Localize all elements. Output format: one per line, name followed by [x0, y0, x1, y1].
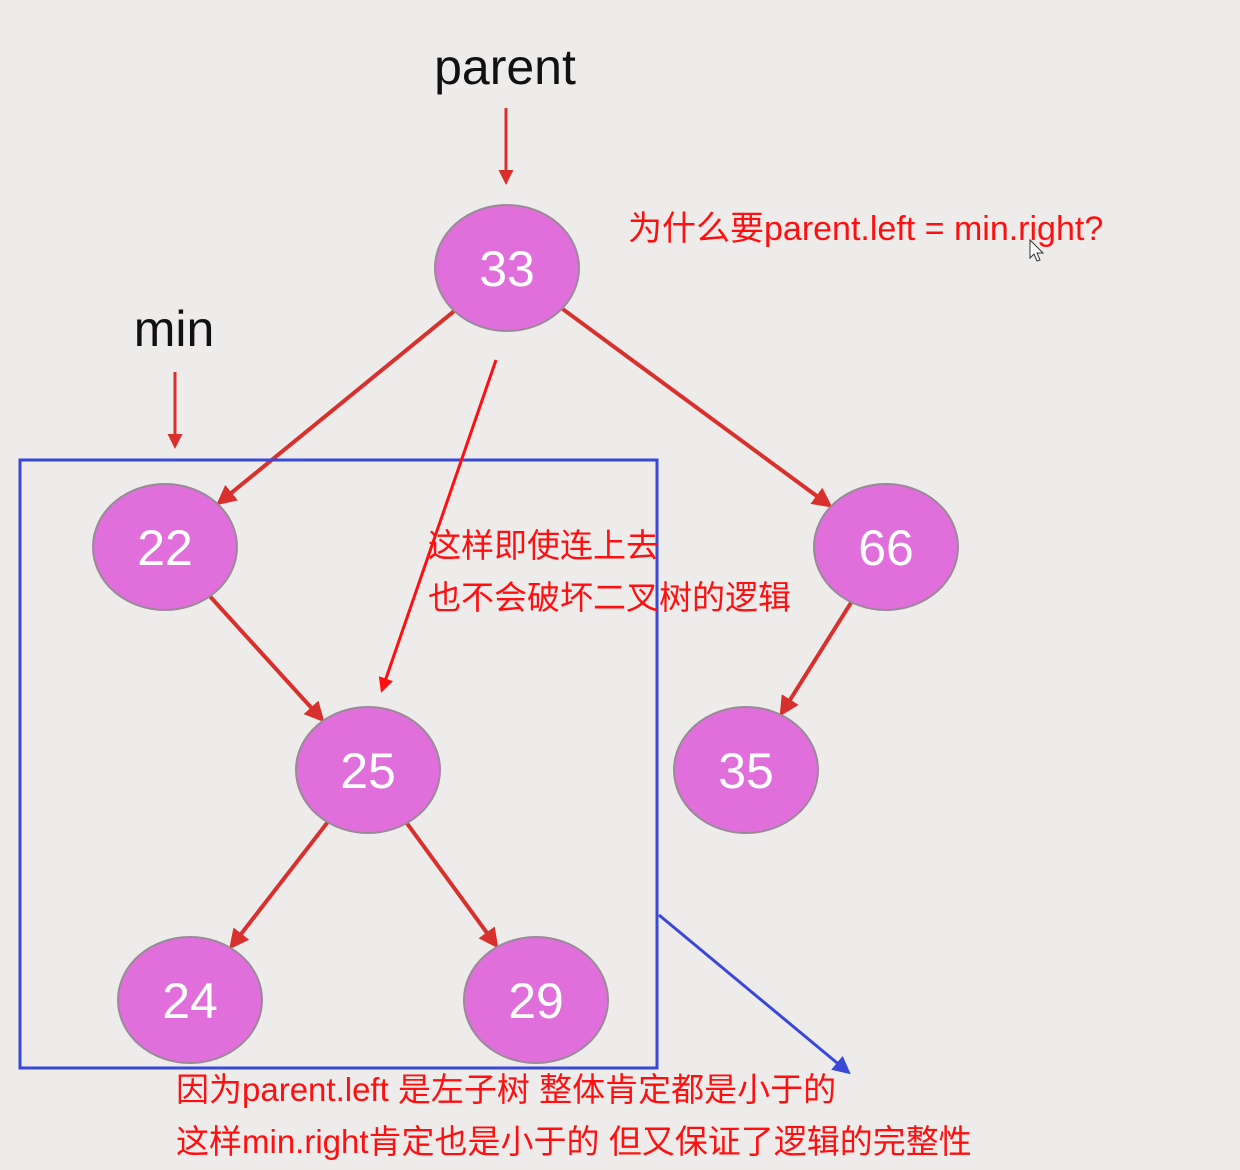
middle-annotation-line2: 也不会破坏二叉树的逻辑 [428, 579, 791, 616]
node-value: 66 [858, 520, 914, 576]
bottom-annotation-line1: 因为parent.left 是左子树 整体肯定都是小于的 [176, 1071, 837, 1108]
edge-n25-n29 [405, 821, 499, 949]
tree-node-25: 25 [295, 706, 441, 834]
edge-n33-n22 [216, 309, 456, 506]
node-value: 33 [479, 241, 535, 297]
parent-label: parent [434, 39, 576, 95]
question-annotation: 为什么要parent.left = min.right? [628, 210, 1104, 248]
min-label: min [134, 301, 215, 357]
node-value: 29 [508, 973, 564, 1029]
tree-node-24: 24 [117, 936, 263, 1064]
tree-node-66: 66 [813, 483, 959, 611]
box-to-explanation-arrow [658, 913, 851, 1075]
node-value: 24 [162, 973, 218, 1029]
edge-n66-n35 [779, 601, 854, 717]
node-value: 22 [137, 520, 193, 576]
tree-node-29: 29 [463, 936, 609, 1064]
edge-n25-n24 [229, 820, 330, 950]
edge-n22-n25 [208, 594, 325, 723]
tree-node-22: 22 [92, 483, 238, 611]
node-value: 35 [718, 743, 774, 799]
tree-node-33: 33 [434, 204, 580, 332]
tree-node-35: 35 [673, 706, 819, 834]
node-value: 25 [340, 743, 396, 799]
edge-n33-n66 [560, 306, 833, 508]
bottom-annotation-line2: 这样min.right肯定也是小于的 但又保证了逻辑的完整性 [176, 1123, 972, 1160]
middle-annotation-line1: 这样即使连上去 [428, 527, 659, 564]
